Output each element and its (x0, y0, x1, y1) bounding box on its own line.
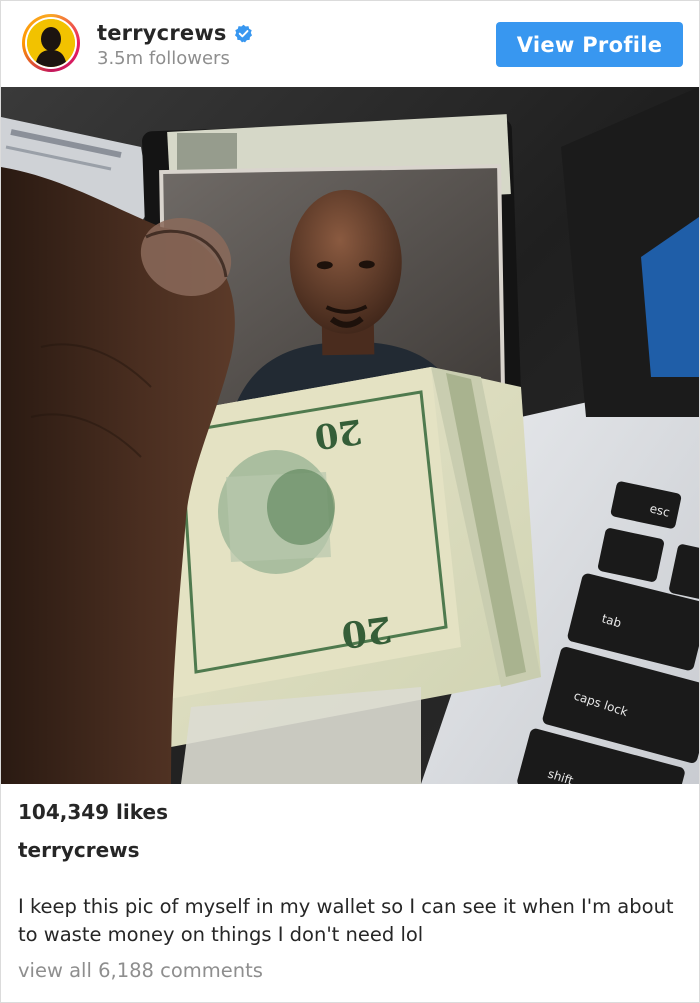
avatar-image (27, 19, 75, 67)
instagram-embed-card: terrycrews 3.5m followers View Profile e… (0, 0, 700, 1003)
post-header: terrycrews 3.5m followers View Profile (1, 1, 699, 87)
follower-count: 3.5m followers (97, 48, 230, 69)
photo-illustration: esc tab caps lock shift 20 20 (1, 87, 699, 784)
caption-username[interactable]: terrycrews (18, 838, 140, 862)
verified-badge-icon (234, 24, 252, 42)
username[interactable]: terrycrews (97, 21, 227, 45)
likes-count: 104,349 likes (18, 800, 168, 824)
post-photo[interactable]: esc tab caps lock shift 20 20 (1, 87, 699, 784)
banknote-denomination-bottom: 20 (339, 607, 394, 656)
view-comments-link[interactable]: view all 6,188 comments (18, 959, 263, 982)
post-caption: I keep this pic of myself in my wallet s… (18, 895, 674, 946)
avatar[interactable] (22, 14, 80, 72)
view-profile-button[interactable]: View Profile (496, 22, 683, 67)
banknote-denomination-top: 20 (312, 410, 364, 456)
